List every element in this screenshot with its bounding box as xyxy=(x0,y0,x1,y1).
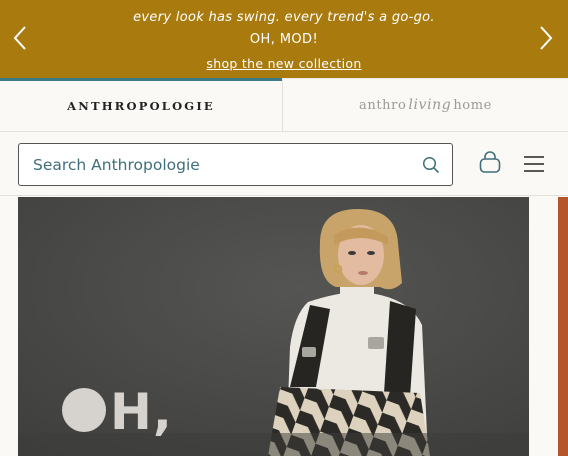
search-input[interactable] xyxy=(33,154,403,176)
search-header xyxy=(0,132,568,196)
hamburger-menu-icon[interactable] xyxy=(522,154,546,174)
search-box xyxy=(18,143,453,186)
hero-carousel: H, xyxy=(0,197,568,456)
shopping-bag-icon[interactable] xyxy=(478,151,502,175)
promo-banner: every look has swing. every trend's a go… xyxy=(0,0,568,78)
chevron-right-icon[interactable] xyxy=(538,24,554,52)
tab-anthropologie[interactable]: ANTHROPOLOGIE xyxy=(0,78,282,131)
hero-next-slide-peek[interactable] xyxy=(558,197,568,456)
promo-title: OH, MOD! xyxy=(249,32,319,47)
anthroliving-logo: anthro living home xyxy=(359,97,492,113)
search-icon[interactable] xyxy=(422,156,440,174)
hero-banner[interactable]: H, xyxy=(18,197,529,456)
anthropologie-logo: ANTHROPOLOGIE xyxy=(67,99,215,113)
brand-tabs: ANTHROPOLOGIE anthro living home xyxy=(0,78,568,132)
promo-shop-link[interactable]: shop the new collection xyxy=(206,56,361,71)
hero-headline: H, xyxy=(62,383,173,441)
tab-anthroliving[interactable]: anthro living home xyxy=(282,78,568,131)
promo-tagline: every look has swing. every trend's a go… xyxy=(133,10,435,25)
hero-o-circle xyxy=(62,388,106,432)
